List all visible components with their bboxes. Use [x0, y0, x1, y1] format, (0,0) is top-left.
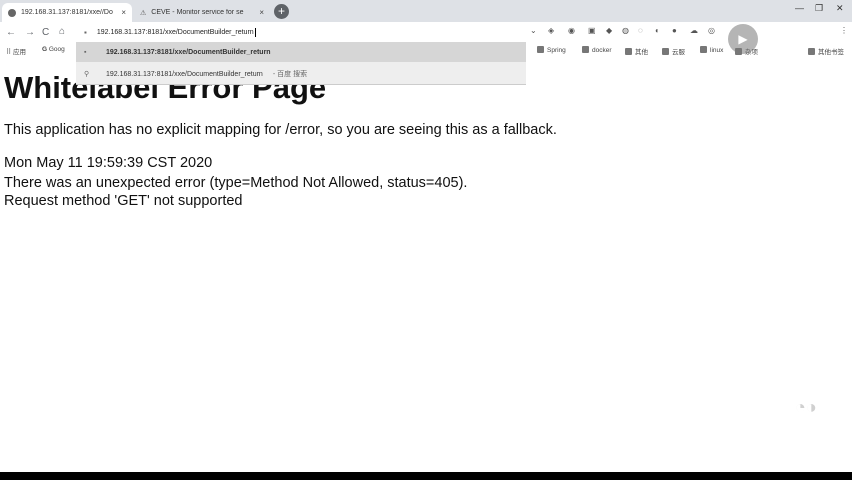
bookmark-other[interactable]: 其他 — [625, 46, 648, 56]
bookmark-cloud[interactable]: 云服 — [662, 46, 685, 56]
tab-ceve[interactable]: ⚠ CEVE - Monitor service for se × — [134, 3, 270, 22]
folder-icon — [808, 48, 815, 55]
address-bar[interactable]: ▪ 192.168.31.137:8181/xxe/DocumentBuilde… — [76, 23, 526, 41]
bookmark-apps[interactable]: ⠿ 应用 — [6, 46, 26, 56]
error-timestamp: Mon May 11 19:59:39 CST 2020 — [4, 155, 213, 171]
extension-icon[interactable]: ◈ — [548, 26, 554, 35]
apps-icon: ⠿ — [6, 49, 12, 56]
error-detail: There was an unexpected error (type=Meth… — [4, 175, 468, 191]
reload-button[interactable]: C — [42, 27, 49, 38]
bookmark-other-bookmarks[interactable]: 其他书签 — [808, 46, 844, 56]
folder-icon — [700, 46, 707, 53]
folder-icon — [625, 48, 632, 55]
bookmark-spring[interactable]: Spring — [537, 46, 566, 54]
back-button[interactable]: ← — [6, 27, 16, 38]
suggestion-item[interactable]: ▪ 192.168.31.137:8181/xxe/DocumentBuilde… — [76, 42, 526, 62]
warning-icon: ⚠ — [140, 9, 147, 17]
extension-icon[interactable]: ▣ — [588, 26, 596, 35]
close-icon[interactable]: × — [121, 8, 126, 17]
page-icon: ▪ — [84, 48, 87, 56]
cloud-icon[interactable]: ☁ — [690, 26, 698, 35]
info-icon: ▪ — [84, 27, 87, 37]
omnibox-suggestions: ▪ 192.168.31.137:8181/xxe/DocumentBuilde… — [76, 42, 526, 85]
restore-button[interactable]: ❐ — [815, 3, 823, 14]
extension-icon[interactable]: ◐ — [655, 26, 660, 35]
search-icon: ⚲ — [84, 71, 90, 78]
watermark-logo: ◔◑ — [795, 397, 817, 417]
extension-icon[interactable]: ◉ — [568, 26, 575, 35]
text-cursor — [254, 27, 256, 37]
extension-icon[interactable]: ● — [672, 26, 677, 35]
taskbar-strip — [0, 472, 852, 480]
menu-icon[interactable]: ⋮ — [840, 26, 848, 35]
folder-icon — [662, 48, 669, 55]
shield-icon[interactable]: ◌ — [638, 26, 643, 35]
address-bar-value[interactable]: 192.168.31.137:8181/xxe/DocumentBuilder_… — [97, 29, 254, 36]
tab-title: CEVE - Monitor service for se — [151, 9, 244, 16]
play-icon[interactable]: ▶ — [728, 24, 758, 54]
close-icon[interactable]: × — [259, 8, 264, 17]
suggestion-item[interactable]: ⚲ 192.168.31.137:8181/xxe/DocumentBuilde… — [76, 64, 526, 84]
folder-icon — [537, 46, 544, 53]
google-icon: G — [42, 46, 48, 53]
bookmark-linux[interactable]: linux — [700, 46, 723, 54]
new-tab-button[interactable]: + — [274, 4, 289, 19]
close-window-button[interactable]: ✕ — [836, 3, 844, 14]
globe-icon — [8, 8, 16, 17]
request-method-message: Request method 'GET' not supported — [4, 193, 243, 209]
forward-button[interactable]: → — [25, 27, 35, 38]
extension-icon[interactable]: ◎ — [708, 26, 715, 35]
extension-icon[interactable]: ◆ — [606, 26, 612, 35]
minimize-button[interactable]: — — [795, 3, 804, 13]
folder-icon — [582, 46, 589, 53]
tab-title: 192.168.31.137:8181/xxe//Do — [21, 9, 113, 16]
chevron-down-icon[interactable]: ⌄ — [530, 26, 537, 35]
tab-active[interactable]: 192.168.31.137:8181/xxe//Do × — [2, 3, 132, 22]
bookmark-docker[interactable]: docker — [582, 46, 612, 54]
home-button[interactable]: ⌂ — [59, 26, 65, 37]
extension-icon[interactable]: ◍ — [622, 26, 629, 35]
bookmark-google[interactable]: G Goog — [42, 46, 65, 53]
fallback-message: This application has no explicit mapping… — [4, 122, 557, 138]
